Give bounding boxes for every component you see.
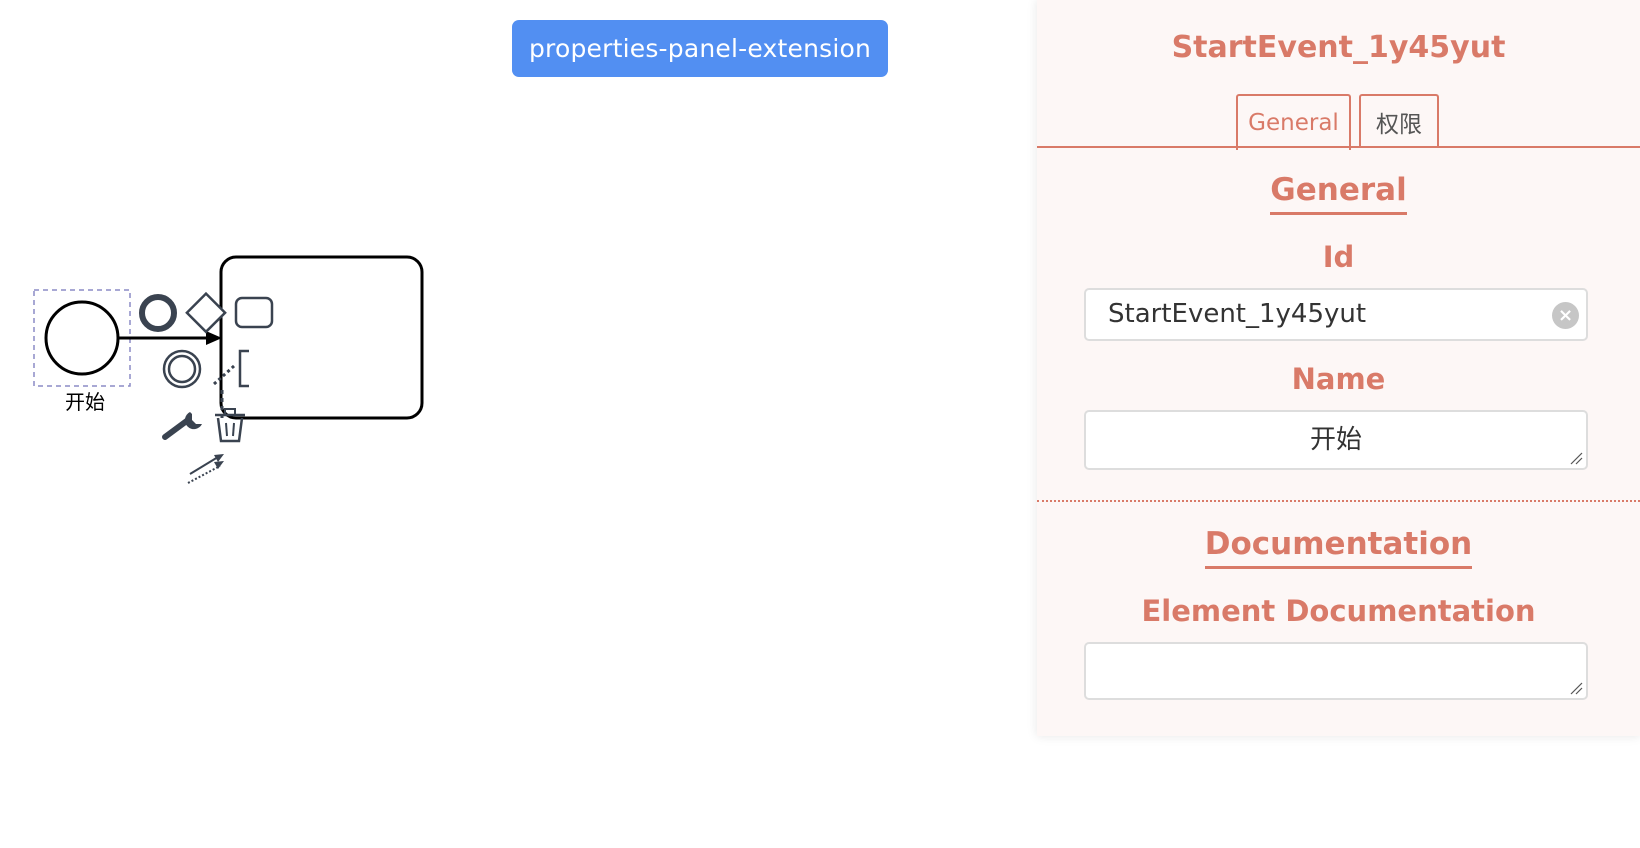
wrench-icon[interactable] — [162, 412, 202, 440]
resize-handle-icon[interactable] — [1569, 451, 1583, 465]
properties-panel: StartEvent_1y45yut General 权限 General Id… — [1037, 0, 1640, 736]
group-title-general: General — [1037, 172, 1640, 215]
panel-title: StartEvent_1y45yut — [1171, 30, 1506, 65]
end-event-icon[interactable] — [139, 294, 177, 332]
group-title-documentation-text: Documentation — [1204, 526, 1473, 569]
element-documentation-field[interactable] — [1084, 642, 1588, 700]
tab-general[interactable]: General — [1236, 94, 1351, 150]
name-field-value: 开始 — [1309, 425, 1362, 455]
resize-handle-icon[interactable] — [1569, 681, 1583, 695]
group-title-documentation: Documentation — [1037, 526, 1640, 569]
connect-arrow-icon[interactable] — [187, 454, 224, 484]
intermediate-event-icon[interactable] — [162, 349, 202, 389]
gateway-icon[interactable] — [185, 291, 227, 334]
tab-permissions[interactable]: 权限 — [1359, 94, 1439, 148]
element-documentation-label: Element Documentation — [1141, 594, 1536, 628]
trash-icon[interactable] — [215, 408, 245, 443]
bpmn-diagram — [33, 255, 424, 484]
diagram-canvas[interactable]: properties-panel-extension 开始 — [0, 0, 1036, 848]
name-field[interactable]: 开始 — [1084, 410, 1588, 470]
task-icon[interactable] — [234, 296, 274, 329]
start-event[interactable] — [44, 300, 120, 376]
id-label: Id — [1322, 240, 1355, 274]
group-separator — [1037, 500, 1640, 502]
clear-icon[interactable]: × — [1552, 302, 1579, 329]
id-field[interactable]: StartEvent_1y45yut × — [1084, 288, 1588, 341]
name-label: Name — [1291, 362, 1386, 396]
id-field-value: StartEvent_1y45yut — [1108, 299, 1367, 329]
tabs-divider — [1037, 146, 1640, 148]
task-shape[interactable] — [219, 255, 424, 420]
group-title-general-text: General — [1270, 172, 1407, 215]
start-event-label: 开始 — [65, 390, 105, 414]
text-annotation-icon[interactable] — [212, 349, 249, 388]
